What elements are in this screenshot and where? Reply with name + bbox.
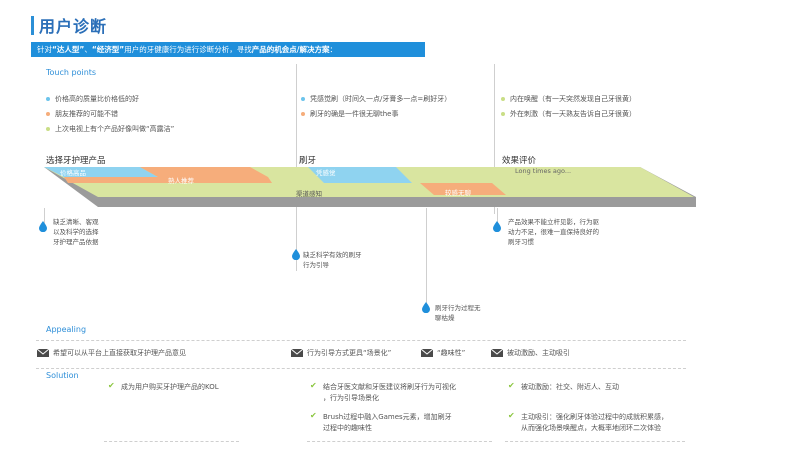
list-item: 朋友推荐的可能不错 <box>46 109 174 119</box>
pain-line-3 <box>426 208 427 303</box>
seg-feel-label: 凭感觉 <box>316 169 336 177</box>
appealing-label: Appealing <box>46 325 87 334</box>
seg-expert-label: 熟人推荐 <box>168 177 194 185</box>
drop-icon <box>292 249 300 260</box>
check-icon: ✔ <box>108 381 115 390</box>
seg-boring-label: 较感无聊 <box>445 189 471 197</box>
banner-highlight-opportunity: 产品的机会点/解决方案 <box>251 45 330 54</box>
banner-highlight-economic: “经济型” <box>91 45 125 54</box>
list-item: 上次电视上有个产品好像叫做“高露洁” <box>46 124 174 134</box>
bullet-dot <box>501 97 505 101</box>
list-item: 凭感觉刷（时间久一点/牙膏多一点=刷好牙） <box>301 94 451 104</box>
appeal-item-4: 被动激励、主动吸引 <box>491 348 570 358</box>
solution-item-visualize: 结合牙医文献和牙医建议将刷牙行为可视化 ，行为引导场景化 <box>323 383 456 402</box>
check-icon: ✔ <box>310 381 317 390</box>
seg-long-label: Long times ago... <box>515 167 572 175</box>
drop-icon <box>39 221 47 232</box>
bullet-dot <box>46 127 50 131</box>
drop-icon <box>493 221 501 232</box>
solution-col1-underline <box>104 441 239 442</box>
journey-track <box>44 167 696 207</box>
banner-suffix: ： <box>329 45 337 54</box>
mail-icon <box>421 349 433 357</box>
touch-points-col1: 价格高的质量比价格低的好 朋友推荐的可能不错 上次电视上有个产品好像叫做“高露洁… <box>46 94 174 134</box>
solution-item-active: 主动吸引：强化刷牙体验过程中的成就积累感， 从而强化场景唤醒点，大概率地闭环二次… <box>521 413 668 432</box>
list-item: 外在刺激（有一天熟友告诉自己牙很黄） <box>501 109 636 119</box>
appealing-divider <box>36 340 686 341</box>
touch-points-col3: 内在唤醒（有一天突然发现自己牙很黄） 外在刺激（有一天熟友告诉自己牙很黄） <box>501 94 636 119</box>
solution-item-passive: 被动激励：社交、附近人、互动 <box>521 383 619 391</box>
mail-icon <box>37 349 49 357</box>
banner-prefix: 针对 <box>37 45 52 54</box>
check-icon: ✔ <box>508 381 515 390</box>
banner-sep: 、 <box>84 45 92 54</box>
solution-col2-underline <box>307 441 492 442</box>
solution-col3-underline <box>505 441 685 442</box>
bullet-dot <box>46 97 50 101</box>
pain-point-1: 缺乏清晰、客观 以及科学的选择 牙护理产品依据 <box>53 218 99 246</box>
pain-point-3: 刷牙行为过程无 聊枯燥 <box>435 304 481 322</box>
touch-points-col2: 凭感觉刷（时间久一点/牙膏多一点=刷好牙） 刷牙的确是一件很无聊the事 <box>301 94 451 119</box>
list-item: 价格高的质量比价格低的好 <box>46 94 174 104</box>
mail-icon <box>491 349 503 357</box>
drop-icon <box>422 302 430 313</box>
solution-item-kol: 成为用户购买牙护理产品的KOL <box>121 383 219 391</box>
intro-banner: 针对“达人型”、“经济型”用户的牙健康行为进行诊断分析，寻找产品的机会点/解决方… <box>31 42 425 57</box>
bullet-dot <box>301 97 305 101</box>
mail-icon <box>291 349 303 357</box>
seg-expert-shape-top <box>140 167 268 177</box>
bullet-dot <box>46 112 50 116</box>
appeal-item-2: 行为引导方式更具“场景化” <box>291 348 391 358</box>
pain-point-4: 产品效果不能立杆见影，行为驱 动力不足，很难一直保持良好的 刷牙习惯 <box>508 218 599 246</box>
solution-label: Solution <box>46 371 79 380</box>
solution-item-games: Brush过程中融入Games元素，增加刷牙 过程中的趣味性 <box>323 413 452 432</box>
appeal-item-3: “趣味性” <box>421 348 465 358</box>
list-item: 内在唤醒（有一天突然发现自己牙很黄） <box>501 94 636 104</box>
bullet-dot <box>301 112 305 116</box>
touch-points-label: Touch points <box>46 68 97 77</box>
list-item: 刷牙的确是一件很无聊the事 <box>301 109 451 119</box>
seg-channel-label: 渠道感知 <box>296 190 322 198</box>
pain-point-2: 缺乏科学有效的刷牙 行为引导 <box>303 251 362 269</box>
banner-middle: 用户的牙健康行为进行诊断分析，寻找 <box>124 45 252 54</box>
check-icon: ✔ <box>508 411 515 420</box>
bullet-dot <box>501 112 505 116</box>
page-title: 用户诊断 <box>39 17 108 36</box>
appeal-item-1: 希望可以从平台上直接获取牙护理产品意见 <box>37 348 186 358</box>
title-accent-bar <box>31 16 34 35</box>
solution-divider <box>36 368 686 369</box>
banner-highlight-expert: “达人型” <box>52 45 85 54</box>
check-icon: ✔ <box>310 411 317 420</box>
seg-price-label: 价格高品 <box>60 169 86 177</box>
